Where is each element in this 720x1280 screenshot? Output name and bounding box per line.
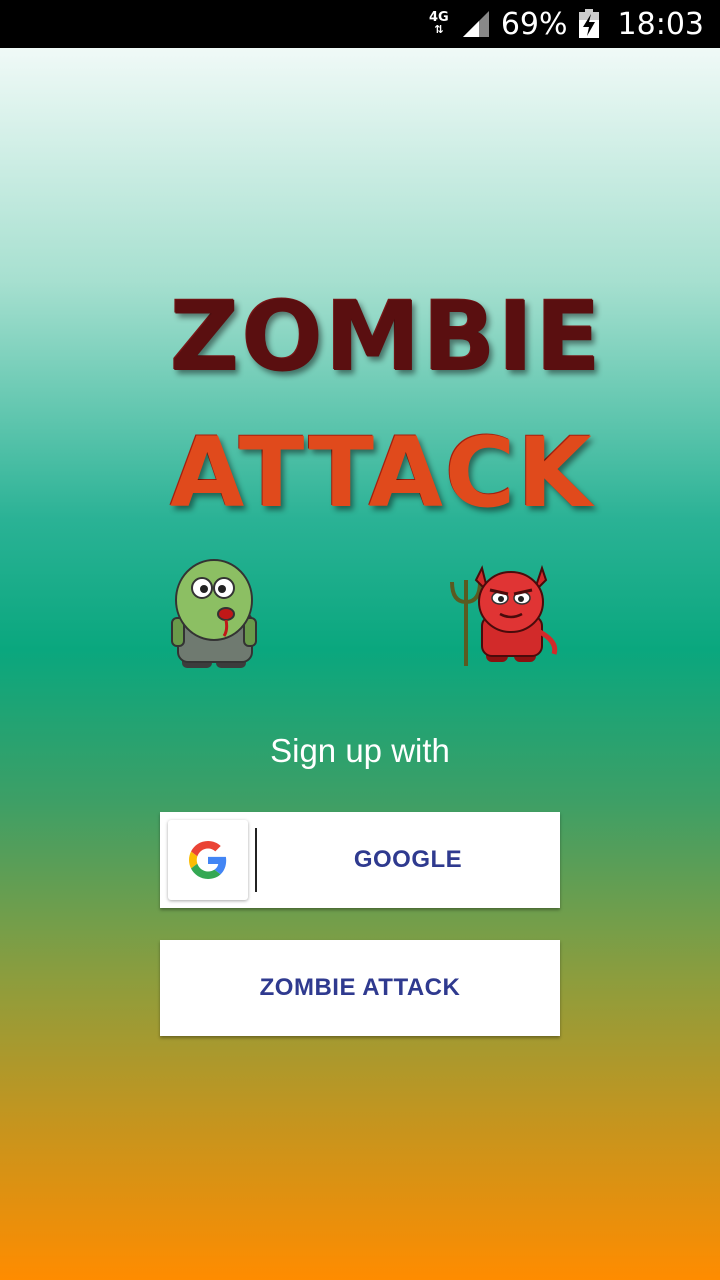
zombie-character-icon xyxy=(171,559,257,668)
battery-percent: 69% xyxy=(500,6,568,42)
battery-charging-icon xyxy=(578,9,599,38)
devil-character-icon xyxy=(450,564,558,666)
google-sign-up-button[interactable]: GOOGLE xyxy=(160,812,560,908)
zombie-attack-sign-up-button[interactable]: ZOMBIE ATTACK xyxy=(160,940,560,1036)
clock: 18:03 xyxy=(617,6,704,42)
sign-up-label: Sign up with xyxy=(270,732,450,769)
google-icon-container xyxy=(168,820,248,900)
google-button-label: GOOGLE xyxy=(353,846,463,873)
status-bar: 4G ⇅ 69% 18:03 xyxy=(0,0,720,48)
logo-title-attack: ATTACK xyxy=(170,417,594,529)
google-g-icon xyxy=(189,841,227,879)
network-indicator: 4G ⇅ xyxy=(427,11,451,36)
signal-icon xyxy=(462,11,489,37)
data-arrows-icon: ⇅ xyxy=(434,23,444,36)
logo-title-zombie: ZOMBIE xyxy=(170,281,604,393)
zombie-attack-button-label: ZOMBIE ATTACK xyxy=(259,974,461,1001)
